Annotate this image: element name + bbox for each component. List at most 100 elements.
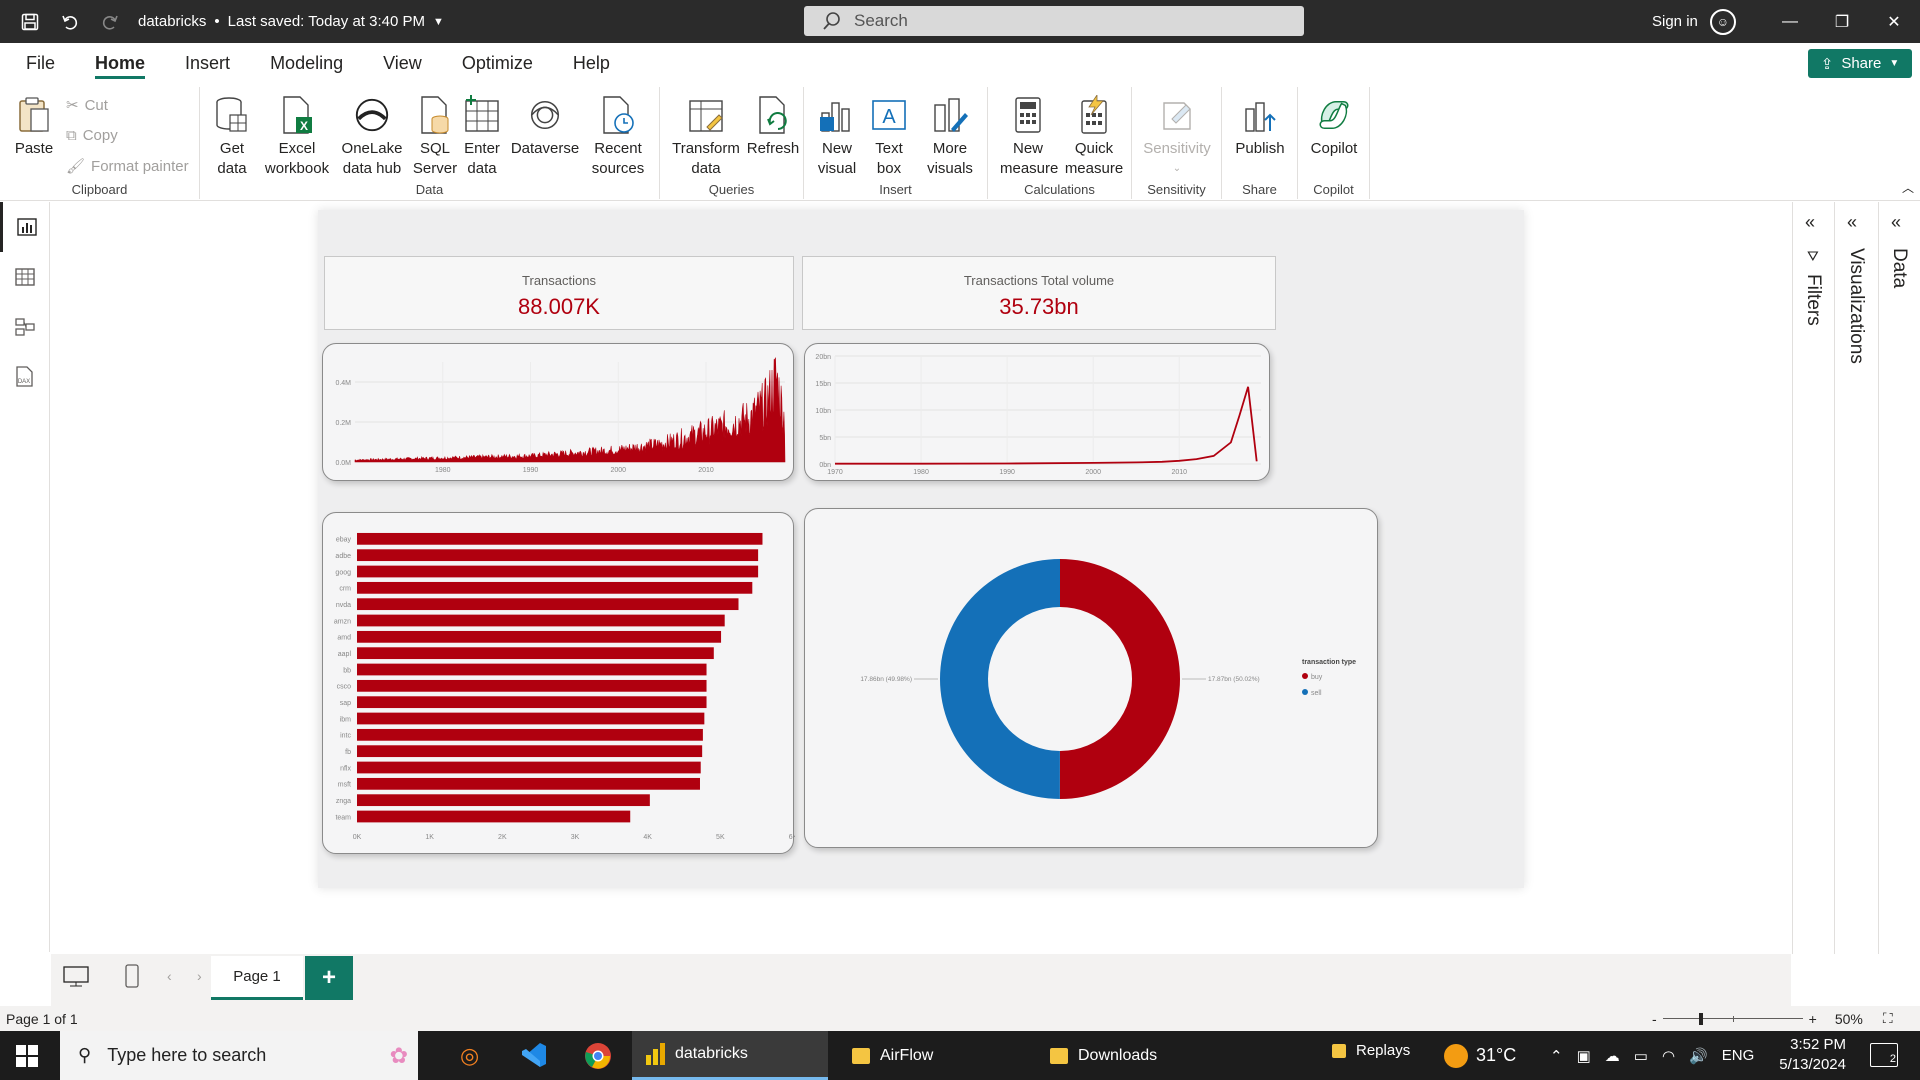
card-label: Transactions Total volume: [963, 273, 1115, 288]
tab-modeling[interactable]: Modeling: [250, 43, 363, 83]
close-button[interactable]: ✕: [1868, 0, 1920, 43]
page-tab-1[interactable]: Page 1: [211, 956, 303, 1000]
windows-start-icon[interactable]: [16, 1045, 38, 1072]
tab-help[interactable]: Help: [553, 43, 630, 83]
sensitivity-button[interactable]: Sensitivity ⌄: [1138, 95, 1216, 179]
paste-button[interactable]: Paste: [14, 95, 54, 159]
table-view-icon[interactable]: [0, 252, 50, 302]
visualizations-pane[interactable]: « Visualizations: [1834, 202, 1878, 954]
data-pane[interactable]: « Data: [1878, 202, 1920, 954]
weather-temp: 31°C: [1476, 1045, 1517, 1065]
chevron-down-icon: ▼: [432, 15, 444, 28]
quick-measure-button[interactable]: Quick measure: [1064, 95, 1124, 179]
legend-marker: [1302, 689, 1308, 695]
camera-icon[interactable]: ▣: [1577, 1047, 1591, 1065]
transactions-by-symbol-chart[interactable]: 0K 1K 2K 3K 4K 5K 6K ebay adbe goog crm nvda amzn amd…: [322, 512, 798, 854]
copy-button[interactable]: ⧉ Copy: [66, 127, 118, 144]
zoom-out-button[interactable]: -: [1652, 1011, 1657, 1027]
dataverse-button[interactable]: Dataverse: [510, 95, 580, 159]
app-switcher-icon[interactable]: ◎: [460, 1043, 479, 1069]
avatar-icon: ☺: [1709, 8, 1736, 35]
copilot-button[interactable]: Copilot: [1306, 95, 1362, 159]
taskbar-app-databricks[interactable]: databricks: [632, 1031, 828, 1080]
tab-home[interactable]: Home: [75, 43, 165, 83]
file-title[interactable]: databricks • Last saved: Today at 3:40 P…: [138, 13, 444, 30]
taskbar-replays[interactable]: Replays: [1318, 1031, 1428, 1080]
onelake-button[interactable]: OneLake data hub: [336, 95, 408, 179]
ribbon-group-sensitivity: Sensitivity ⌄ Sensitivity: [1132, 87, 1222, 199]
taskbar-app-airflow[interactable]: AirFlow: [838, 1031, 1028, 1080]
search-input[interactable]: Search: [804, 6, 1304, 36]
next-page-icon[interactable]: ›: [197, 968, 202, 984]
taskbar-app-downloads[interactable]: Downloads: [1036, 1031, 1226, 1080]
onelake-label-2: data hub: [342, 160, 402, 177]
vscode-icon[interactable]: [520, 1041, 548, 1074]
refresh-button[interactable]: Refresh: [746, 95, 800, 159]
y-category-label: znga: [336, 798, 351, 805]
tab-file[interactable]: File: [6, 43, 75, 83]
tab-insert[interactable]: Insert: [165, 43, 250, 83]
sign-in-button[interactable]: Sign in ☺: [1652, 0, 1736, 43]
cut-button[interactable]: ✂ Cut: [66, 96, 108, 115]
zoom-slider[interactable]: [1662, 1012, 1803, 1025]
card-label: Transactions: [522, 273, 596, 288]
desktop-layout-icon[interactable]: [63, 966, 89, 993]
expand-data-icon[interactable]: «: [1891, 212, 1901, 233]
volume-over-time-chart[interactable]: 0bn 5bn 10bn 15bn 20bn 1970 1980 1990 2000 2010: [804, 343, 1270, 481]
prev-page-icon[interactable]: ‹: [167, 968, 172, 984]
copy-icon: ⧉: [66, 127, 77, 144]
fit-to-page-icon[interactable]: ⛶: [1883, 1010, 1893, 1027]
tray-chevron-up-icon[interactable]: ⌃: [1550, 1047, 1563, 1065]
publish-button[interactable]: Publish: [1232, 95, 1288, 159]
lotus-decoration-icon: ✿: [389, 1042, 408, 1068]
clock[interactable]: 3:52 PM 5/13/2024: [1740, 1035, 1846, 1075]
transaction-type-donut-chart[interactable]: 17.87bn (50.02%) 17.86bn (49.98%) transact…: [804, 508, 1378, 848]
battery-icon[interactable]: ▭: [1634, 1047, 1648, 1065]
more-visuals-button[interactable]: More visuals: [920, 95, 980, 179]
excel-workbook-button[interactable]: X Excel workbook: [262, 95, 332, 179]
notifications-button[interactable]: 2: [1870, 1043, 1898, 1067]
page-tab-label: Page 1: [233, 968, 281, 985]
zoom-in-button[interactable]: +: [1809, 1011, 1817, 1027]
taskbar-search-input[interactable]: ⚲ Type here to search ✿: [60, 1031, 418, 1080]
wifi-icon[interactable]: ◠: [1662, 1047, 1675, 1065]
recent-sources-button[interactable]: Recent sources: [586, 95, 650, 179]
add-page-button[interactable]: +: [305, 956, 353, 1000]
model-view-icon[interactable]: [0, 302, 50, 352]
transactions-over-time-chart[interactable]: 0.0M 0.2M 0.4M 1980 1990 2000 2010: [322, 343, 794, 481]
filters-pane[interactable]: « ⛛ Filters: [1792, 202, 1834, 954]
weather-widget[interactable]: 31°C: [1444, 1031, 1516, 1080]
volume-icon[interactable]: 🔊: [1689, 1047, 1708, 1065]
new-measure-button[interactable]: New measure: [1000, 95, 1058, 179]
new-visual-button[interactable]: New visual: [814, 95, 860, 179]
ribbon-group-data: Get data X Excel workbook OneLake data h…: [200, 87, 660, 199]
transactions-card[interactable]: Transactions 88.007K: [324, 256, 794, 330]
y-category-label: nflx: [340, 765, 351, 772]
total-volume-card[interactable]: Transactions Total volume 35.73bn: [802, 256, 1276, 330]
mobile-layout-icon[interactable]: [125, 964, 139, 993]
chrome-icon[interactable]: [584, 1042, 612, 1075]
redo-icon[interactable]: [90, 0, 130, 43]
status-bar: Page 1 of 1 - + 50% ⛶: [0, 1006, 1920, 1031]
report-view-icon[interactable]: [0, 202, 50, 252]
share-button[interactable]: ⇪ Share ▼: [1808, 49, 1912, 78]
tab-view[interactable]: View: [363, 43, 442, 83]
format-painter-button[interactable]: 🖌 Format painter: [66, 157, 189, 176]
cloud-icon[interactable]: ☁: [1605, 1047, 1620, 1065]
minimize-button[interactable]: —: [1764, 0, 1816, 43]
dax-query-view-icon[interactable]: DAX: [0, 352, 50, 402]
save-icon[interactable]: [10, 0, 50, 43]
expand-visualizations-icon[interactable]: «: [1847, 212, 1857, 233]
sql-server-button[interactable]: SQL Server: [412, 95, 458, 179]
volume-line-series: [835, 386, 1258, 465]
maximize-button[interactable]: ❐: [1816, 0, 1868, 43]
transform-data-button[interactable]: Transform data: [670, 95, 742, 179]
y-tick-label: 5bn: [819, 435, 831, 442]
text-box-button[interactable]: A Text box: [866, 95, 912, 179]
get-data-button[interactable]: Get data: [210, 95, 254, 179]
enter-data-button[interactable]: Enter data: [462, 95, 502, 179]
tab-optimize[interactable]: Optimize: [442, 43, 553, 83]
undo-icon[interactable]: [50, 0, 90, 43]
collapse-ribbon-icon[interactable]: ︿: [1902, 179, 1914, 196]
expand-filters-icon[interactable]: «: [1805, 212, 1815, 233]
